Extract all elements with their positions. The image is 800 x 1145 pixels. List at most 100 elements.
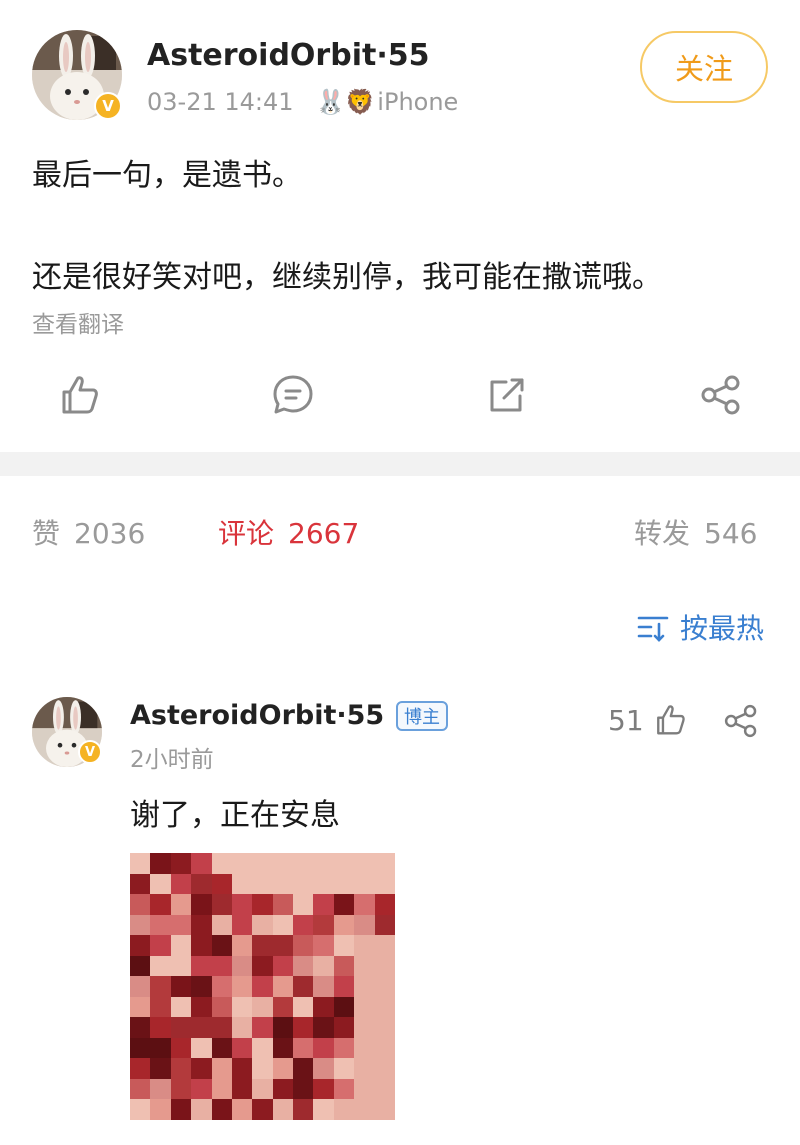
mosaic-cell <box>170 894 192 915</box>
likes-count: 2036 <box>74 517 146 550</box>
author-badge: 博主 <box>396 701 448 731</box>
mosaic-cell <box>272 996 294 1018</box>
mosaic-cell <box>150 1078 171 1100</box>
mosaic-cell <box>150 935 171 956</box>
post-meta: 03-21 14:41 🐰🦁 iPhone <box>147 88 458 116</box>
mosaic-cell <box>374 935 395 956</box>
comment-text: 谢了，正在安息 <box>130 798 340 833</box>
mosaic-cell <box>231 873 253 895</box>
tab-comments[interactable]: 评论 2667 <box>218 512 359 552</box>
mosaic-cell <box>170 996 192 1018</box>
mosaic-cell <box>313 955 334 977</box>
mosaic-cell <box>231 853 253 874</box>
mosaic-cell <box>293 1058 314 1079</box>
mosaic-cell <box>231 914 253 936</box>
mosaic-cell <box>191 914 212 936</box>
comment-icon[interactable] <box>270 372 316 418</box>
share-icon[interactable] <box>698 372 744 418</box>
mosaic-cell <box>130 996 151 1018</box>
mosaic-cell <box>333 1058 355 1079</box>
mosaic-cell <box>354 853 375 874</box>
mosaic-cell <box>272 935 294 956</box>
comment-attached-image[interactable] <box>130 853 395 1120</box>
mosaic-cell <box>272 1099 294 1120</box>
mosaic-cell <box>313 976 334 997</box>
sort-by-hot-button[interactable]: 按最热 <box>636 607 764 647</box>
mosaic-cell <box>211 873 232 895</box>
mosaic-cell <box>313 1099 334 1120</box>
sort-icon <box>637 616 669 642</box>
mosaic-cell <box>130 914 151 936</box>
mosaic-cell <box>333 853 355 874</box>
mosaic-cell <box>211 1099 232 1120</box>
mosaic-cell <box>313 914 334 936</box>
mosaic-cell <box>170 1099 192 1120</box>
mosaic-cell <box>272 894 294 915</box>
mosaic-cell <box>191 955 212 977</box>
thumbs-up-icon[interactable] <box>56 372 102 418</box>
mosaic-cell <box>313 853 334 874</box>
mosaic-cell <box>333 873 355 895</box>
comment-share-icon[interactable] <box>722 702 760 740</box>
mosaic-cell <box>374 1058 395 1079</box>
mosaic-cell <box>170 1037 192 1059</box>
mosaic-cell <box>231 1058 253 1079</box>
mosaic-cell <box>191 1058 212 1079</box>
mosaic-cell <box>354 1078 375 1100</box>
repost-icon[interactable] <box>484 372 530 418</box>
comment-timestamp: 2小时前 <box>130 747 214 773</box>
mosaic-cell <box>374 1099 395 1120</box>
translate-link[interactable]: 查看翻译 <box>32 305 124 339</box>
mosaic-cell <box>231 1037 253 1059</box>
reposts-label: 转发 <box>634 517 691 550</box>
mosaic-cell <box>293 1017 314 1038</box>
mosaic-cell <box>252 894 273 915</box>
mosaic-cell <box>313 873 334 895</box>
mosaic-cell <box>252 914 273 936</box>
mosaic-cell <box>170 976 192 997</box>
mosaic-cell <box>313 1017 334 1038</box>
mosaic-cell <box>313 1058 334 1079</box>
mosaic-cell <box>130 894 151 915</box>
stats-tabs: 赞 2036 评论 2667 转发 546 <box>0 500 800 564</box>
pixelated-image-content <box>130 853 395 1120</box>
mosaic-cell <box>293 996 314 1018</box>
mosaic-cell <box>272 914 294 936</box>
mosaic-cell <box>354 914 375 936</box>
mosaic-cell <box>374 853 395 874</box>
mosaic-cell <box>150 853 171 874</box>
mosaic-cell <box>354 955 375 977</box>
mosaic-cell <box>170 935 192 956</box>
tab-likes[interactable]: 赞 2036 <box>32 512 145 552</box>
mosaic-cell <box>293 853 314 874</box>
mosaic-cell <box>354 1017 375 1038</box>
thumbs-up-icon <box>656 705 685 735</box>
comment-like-button[interactable]: 51 <box>608 702 688 738</box>
mosaic-cell <box>354 1058 375 1079</box>
mosaic-cell <box>272 1058 294 1079</box>
device-emoji-icons: 🐰🦁 <box>315 88 376 116</box>
mosaic-cell <box>374 1017 395 1038</box>
mosaic-cell <box>150 894 171 915</box>
mosaic-cell <box>293 873 314 895</box>
mosaic-cell <box>333 1037 355 1059</box>
mosaic-cell <box>170 1078 192 1100</box>
mosaic-cell <box>170 1058 192 1079</box>
mosaic-cell <box>170 1017 192 1038</box>
mosaic-cell <box>191 996 212 1018</box>
mosaic-cell <box>374 873 395 895</box>
mosaic-cell <box>211 996 232 1018</box>
mosaic-cell <box>252 1017 273 1038</box>
mosaic-cell <box>374 914 395 936</box>
mosaic-cell <box>191 1037 212 1059</box>
post-text-line-2: 还是很好笑对吧，继续别停，我可能在撒谎哦。 <box>32 260 662 295</box>
mosaic-cell <box>333 1078 355 1100</box>
mosaic-cell <box>130 1037 151 1059</box>
comment-author-name[interactable]: AsteroidOrbit·55 <box>130 700 384 731</box>
follow-button[interactable]: 关注 <box>640 31 768 103</box>
mosaic-cell <box>333 1017 355 1038</box>
mosaic-cell <box>333 935 355 956</box>
mosaic-cell <box>130 1017 151 1038</box>
author-name[interactable]: AsteroidOrbit·55 <box>147 38 429 73</box>
tab-reposts[interactable]: 转发 546 <box>634 512 757 552</box>
